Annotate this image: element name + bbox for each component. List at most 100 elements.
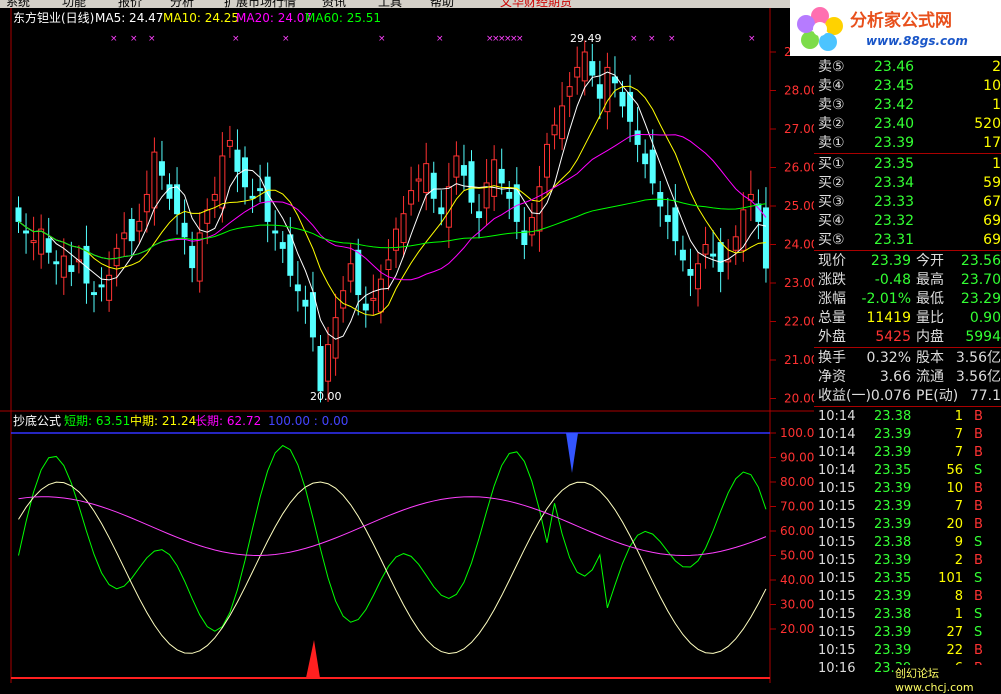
candle-body: [143, 193, 150, 213]
bid-price: 23.31: [874, 232, 915, 248]
candle-body: [453, 155, 460, 178]
ask-volume: 2: [992, 59, 1001, 75]
tick-time: 10:15: [818, 607, 856, 622]
tick-side: S: [974, 535, 983, 550]
indicator-tick-label: 80.00: [780, 475, 814, 489]
chart-area[interactable]: 29.0028.0027.0026.0025.0024.0023.0022.00…: [0, 8, 815, 683]
candle-body: [551, 124, 558, 136]
price-tick-label: 28.00: [784, 84, 815, 98]
tick-row: 10:15 23.35 101 S: [814, 570, 1001, 588]
candle-body: [279, 242, 286, 249]
candle-body: [226, 140, 233, 147]
ask-volume: 10: [983, 78, 1001, 94]
candle-body: [23, 230, 30, 234]
quote-panel: 卖⑤ 23.46 2 卖④ 23.45 10 卖③ 23.42 1 卖② 23.40 520 卖① 23.…: [814, 56, 1001, 683]
divider: [814, 250, 1001, 251]
candle-body: [242, 157, 248, 188]
candle-body: [566, 86, 573, 97]
tick-row: 10:14 23.39 7 B: [814, 444, 1001, 462]
candle-body: [513, 184, 520, 222]
candle-body: [574, 66, 581, 78]
stat-row: 涨幅 -2.01% 最低 23.29: [814, 290, 1001, 308]
candle-body: [672, 207, 679, 242]
tick-volume: 101: [938, 571, 963, 586]
candle-body: [98, 284, 105, 288]
candle-body: [589, 61, 596, 76]
tick-time: 10:15: [818, 481, 856, 496]
signal-marker: ×: [748, 34, 756, 44]
stat-label: 量比: [916, 310, 944, 326]
tick-price: 23.39: [874, 427, 912, 442]
candle-body: [128, 218, 135, 242]
tick-time: 10:15: [818, 571, 856, 586]
signal-marker: ×: [110, 34, 118, 44]
stat-label: 今开: [916, 253, 944, 269]
candle-body: [445, 186, 452, 228]
mid-label: 中期: 21.24: [130, 413, 196, 428]
bid-price: 23.32: [874, 213, 915, 229]
tick-price: 23.38: [874, 535, 912, 550]
candle-body: [45, 238, 52, 253]
level-label: 100.00 : 0.00: [268, 414, 348, 428]
candle-body: [634, 130, 641, 145]
tick-time: 10:16: [818, 661, 856, 676]
tick-time: 10:15: [818, 589, 856, 604]
tick-row: 10:14 23.38 1 B: [814, 408, 1001, 426]
price-tick-label: 23.00: [784, 276, 815, 290]
indicator-tick-label: 40.00: [780, 573, 814, 587]
tick-side: S: [974, 607, 983, 622]
tick-time: 10:15: [818, 517, 856, 532]
indicator-tick-label: 30.00: [780, 598, 814, 612]
tick-time: 10:14: [818, 427, 856, 442]
stat-label: 外盘: [818, 329, 846, 345]
bid-volume: 67: [983, 194, 1001, 210]
candle-body: [204, 209, 211, 224]
candle-body: [38, 228, 45, 255]
bid-label: 买③: [818, 194, 845, 210]
tick-price: 23.39: [874, 625, 912, 640]
candle-body: [460, 165, 467, 176]
stat-row: 净资 3.66 流通 3.56亿: [814, 368, 1001, 386]
candle-body: [717, 242, 724, 272]
logo-url: www.88gs.com: [866, 34, 968, 48]
candle-body: [53, 261, 60, 265]
candle-body: [619, 91, 626, 107]
tick-side: S: [974, 571, 983, 586]
tick-row: 10:14 23.39 7 B: [814, 426, 1001, 444]
bid-row: 买① 23.35 1: [814, 155, 1001, 173]
candle-body: [370, 297, 377, 301]
signal-marker: ×: [516, 34, 524, 44]
signal-marker: ×: [630, 34, 638, 44]
bid-row: 买④ 23.32 69: [814, 212, 1001, 230]
divider: [814, 153, 1001, 154]
tick-side: B: [974, 517, 983, 532]
ask-row: 卖② 23.40 520: [814, 115, 1001, 133]
tick-row: 10:14 23.35 56 S: [814, 462, 1001, 480]
tick-volume: 1: [954, 607, 963, 622]
tick-price: 23.39: [874, 445, 912, 460]
tick-time: 10:14: [818, 409, 856, 424]
candle-body: [121, 232, 128, 240]
candle-body: [544, 143, 550, 178]
price-tick-label: 24.00: [784, 238, 815, 252]
long-label: 长期: 62.72: [195, 414, 261, 428]
tick-side: S: [974, 463, 983, 478]
candle-body: [536, 186, 543, 232]
ask-price: 23.40: [874, 116, 915, 132]
candle-body: [257, 188, 264, 192]
bid-label: 买④: [818, 213, 845, 229]
tick-volume: 10: [946, 481, 963, 496]
candle-body: [408, 190, 415, 205]
tick-price: 23.39: [874, 589, 912, 604]
high-marker: 29.49: [570, 32, 602, 45]
candle-body: [91, 292, 97, 296]
short-label: 短期: 63.51: [64, 414, 130, 428]
ask-label: 卖③: [818, 97, 845, 113]
tick-row: 10:15 23.38 1 S: [814, 606, 1001, 624]
tick-time: 10:15: [818, 535, 856, 550]
tick-row: 10:15 23.39 10 B: [814, 480, 1001, 498]
tick-side: B: [974, 643, 983, 658]
tick-volume: 2: [954, 553, 963, 568]
tick-price: 23.39: [874, 499, 912, 514]
tick-price: 23.35: [874, 571, 912, 586]
